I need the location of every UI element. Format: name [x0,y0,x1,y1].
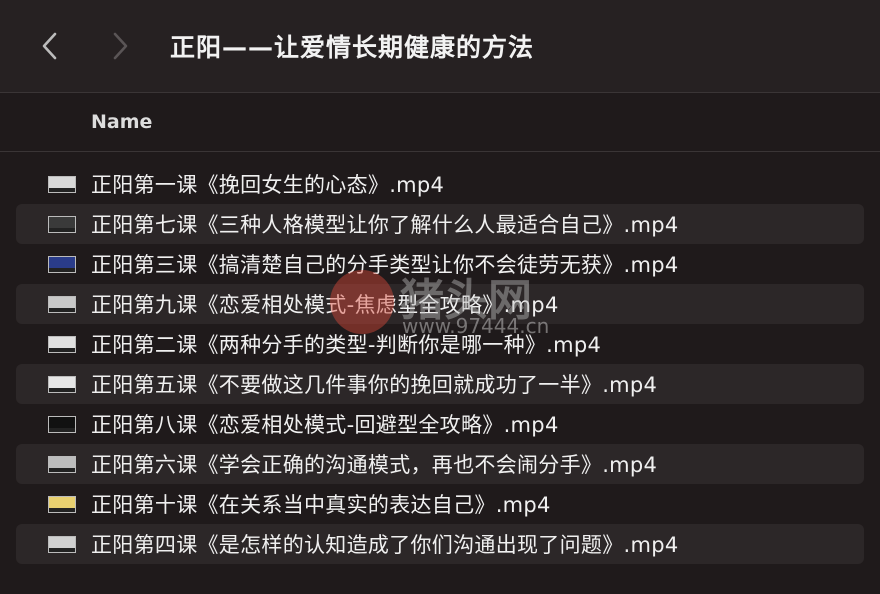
file-row[interactable]: 正阳第十课《在关系当中真实的表达自己》.mp4 [16,484,864,524]
file-name: 正阳第十课《在关系当中真实的表达自己》.mp4 [91,493,551,517]
title-bar: 正阳——让爱情长期健康的方法 [0,0,880,93]
video-thumbnail-icon [48,295,76,313]
name-column-header[interactable]: Name [91,111,152,133]
file-row[interactable]: 正阳第八课《恋爱相处模式-回避型全攻略》.mp4 [16,404,864,444]
video-thumbnail-icon [48,415,76,433]
thumbnail-bar [49,347,75,352]
back-button[interactable] [22,16,78,76]
video-thumbnail-icon [48,455,76,473]
file-name: 正阳第七课《三种人格模型让你了解什么人最适合自己》.mp4 [91,213,679,237]
thumbnail-bar [49,227,75,232]
video-thumbnail-icon [48,375,76,393]
video-thumbnail-icon [48,335,76,353]
forward-button[interactable] [92,16,148,76]
file-name: 正阳第二课《两种分手的类型-判断你是哪一种》.mp4 [91,333,602,357]
video-thumbnail-icon [48,495,76,513]
file-row[interactable]: 正阳第七课《三种人格模型让你了解什么人最适合自己》.mp4 [16,204,864,244]
thumbnail-bar [49,507,75,512]
file-name: 正阳第四课《是怎样的认知造成了你们沟通出现了问题》.mp4 [91,533,679,557]
thumbnail-bar [49,427,75,432]
file-row[interactable]: 正阳第四课《是怎样的认知造成了你们沟通出现了问题》.mp4 [16,524,864,564]
video-thumbnail-icon [48,175,76,193]
file-name: 正阳第一课《挽回女生的心态》.mp4 [91,173,445,197]
file-row[interactable]: 正阳第三课《搞清楚自己的分手类型让你不会徒劳无获》.mp4 [16,244,864,284]
thumbnail-bar [49,307,75,312]
file-name: 正阳第三课《搞清楚自己的分手类型让你不会徒劳无获》.mp4 [91,253,679,277]
file-name: 正阳第六课《学会正确的沟通模式，再也不会闹分手》.mp4 [91,453,658,477]
video-thumbnail-icon [48,535,76,553]
file-row[interactable]: 正阳第九课《恋爱相处模式-焦虑型全攻略》.mp4 [16,284,864,324]
thumbnail-bar [49,547,75,552]
column-header: Name [0,93,880,152]
file-row[interactable]: 正阳第六课《学会正确的沟通模式，再也不会闹分手》.mp4 [16,444,864,484]
file-name: 正阳第五课《不要做这几件事你的挽回就成功了一半》.mp4 [91,373,658,397]
window-title: 正阳——让爱情长期健康的方法 [170,33,535,62]
file-row[interactable]: 正阳第二课《两种分手的类型-判断你是哪一种》.mp4 [16,324,864,364]
file-name: 正阳第九课《恋爱相处模式-焦虑型全攻略》.mp4 [91,293,559,317]
thumbnail-bar [49,267,75,272]
thumbnail-bar [49,187,75,192]
file-row[interactable]: 正阳第一课《挽回女生的心态》.mp4 [16,164,864,204]
video-thumbnail-icon [48,255,76,273]
thumbnail-bar [49,467,75,472]
file-list: 正阳第一课《挽回女生的心态》.mp4 正阳第七课《三种人格模型让你了解什么人最适合… [0,164,880,564]
file-row[interactable]: 正阳第五课《不要做这几件事你的挽回就成功了一半》.mp4 [16,364,864,404]
chevron-right-icon [113,32,128,60]
video-thumbnail-icon [48,215,76,233]
file-name: 正阳第八课《恋爱相处模式-回避型全攻略》.mp4 [91,413,559,437]
thumbnail-bar [49,387,75,392]
chevron-left-icon [42,32,57,60]
